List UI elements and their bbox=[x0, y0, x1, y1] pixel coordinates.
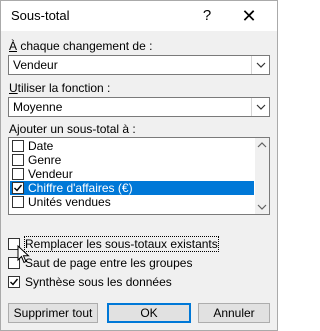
check-icon bbox=[14, 184, 23, 192]
checkbox[interactable] bbox=[12, 168, 24, 180]
list-item-label: Chiffre d'affaires (€) bbox=[28, 181, 133, 195]
function-value: Moyenne bbox=[13, 100, 63, 114]
group-change-select[interactable]: Vendeur bbox=[8, 55, 270, 75]
mouse-cursor-icon bbox=[17, 245, 30, 264]
checkbox-checked[interactable] bbox=[8, 276, 20, 288]
ok-button[interactable]: OK bbox=[107, 303, 191, 323]
function-label: Utiliser la fonction : bbox=[9, 81, 110, 95]
list-item[interactable]: Unités vendues bbox=[10, 195, 254, 209]
function-label-mnemonic: U bbox=[9, 81, 18, 95]
list-item-label: Genre bbox=[28, 153, 62, 167]
list-scrollbar[interactable] bbox=[255, 138, 269, 214]
page-break-checkbox[interactable]: Saut de page entre les groupes bbox=[8, 255, 270, 271]
cancel-button[interactable]: Annuler bbox=[198, 303, 270, 323]
scroll-up-icon[interactable] bbox=[255, 139, 269, 151]
scroll-down-icon[interactable] bbox=[255, 201, 269, 213]
chevron-down-icon[interactable] bbox=[251, 56, 269, 74]
group-change-value: Vendeur bbox=[13, 58, 58, 72]
title-bar: Sous-total ? ✕ bbox=[1, 1, 277, 31]
help-button[interactable]: ? bbox=[195, 5, 219, 27]
summary-below-label: Synthèse sous les données bbox=[25, 275, 172, 289]
summary-below-checkbox[interactable]: Synthèse sous les données bbox=[8, 274, 270, 290]
checkbox[interactable] bbox=[12, 154, 24, 166]
dialog-title: Sous-total bbox=[11, 8, 70, 23]
checkbox[interactable] bbox=[12, 196, 24, 208]
add-subtotal-list[interactable]: Date Genre Vendeur Chiffre d'affaires (€… bbox=[8, 137, 270, 215]
function-label-text: tiliser la fonction : bbox=[17, 81, 111, 95]
replace-subtotals-checkbox[interactable]: Remplacer les sous-totaux existants bbox=[8, 236, 270, 252]
list-item-label: Unités vendues bbox=[28, 195, 111, 209]
close-button[interactable]: ✕ bbox=[237, 5, 261, 27]
list-item[interactable]: Date bbox=[10, 139, 254, 153]
chevron-down-icon[interactable] bbox=[251, 98, 269, 116]
add-subtotal-label: Ajouter un sous-total à : bbox=[9, 122, 136, 136]
group-change-label-mnemonic: À bbox=[9, 39, 18, 53]
list-item-selected[interactable]: Chiffre d'affaires (€) bbox=[10, 181, 254, 195]
list-item[interactable]: Vendeur bbox=[10, 167, 254, 181]
group-change-label-text: chaque changement de : bbox=[17, 39, 153, 53]
replace-subtotals-label: Remplacer les sous-totaux existants bbox=[24, 236, 219, 252]
remove-all-button[interactable]: Supprimer tout bbox=[8, 303, 98, 323]
checkbox[interactable] bbox=[12, 140, 24, 152]
checkbox-checked[interactable] bbox=[12, 182, 24, 194]
list-item-label: Vendeur bbox=[28, 167, 73, 181]
check-icon bbox=[10, 278, 19, 286]
page-break-label: Saut de page entre les groupes bbox=[25, 256, 193, 270]
list-item[interactable]: Genre bbox=[10, 153, 254, 167]
function-select[interactable]: Moyenne bbox=[8, 97, 270, 117]
list-item-label: Date bbox=[28, 139, 54, 153]
group-change-label: À chaque changement de : bbox=[9, 39, 152, 53]
subtotal-dialog: Sous-total ? ✕ À chaque changement de : … bbox=[0, 0, 278, 331]
